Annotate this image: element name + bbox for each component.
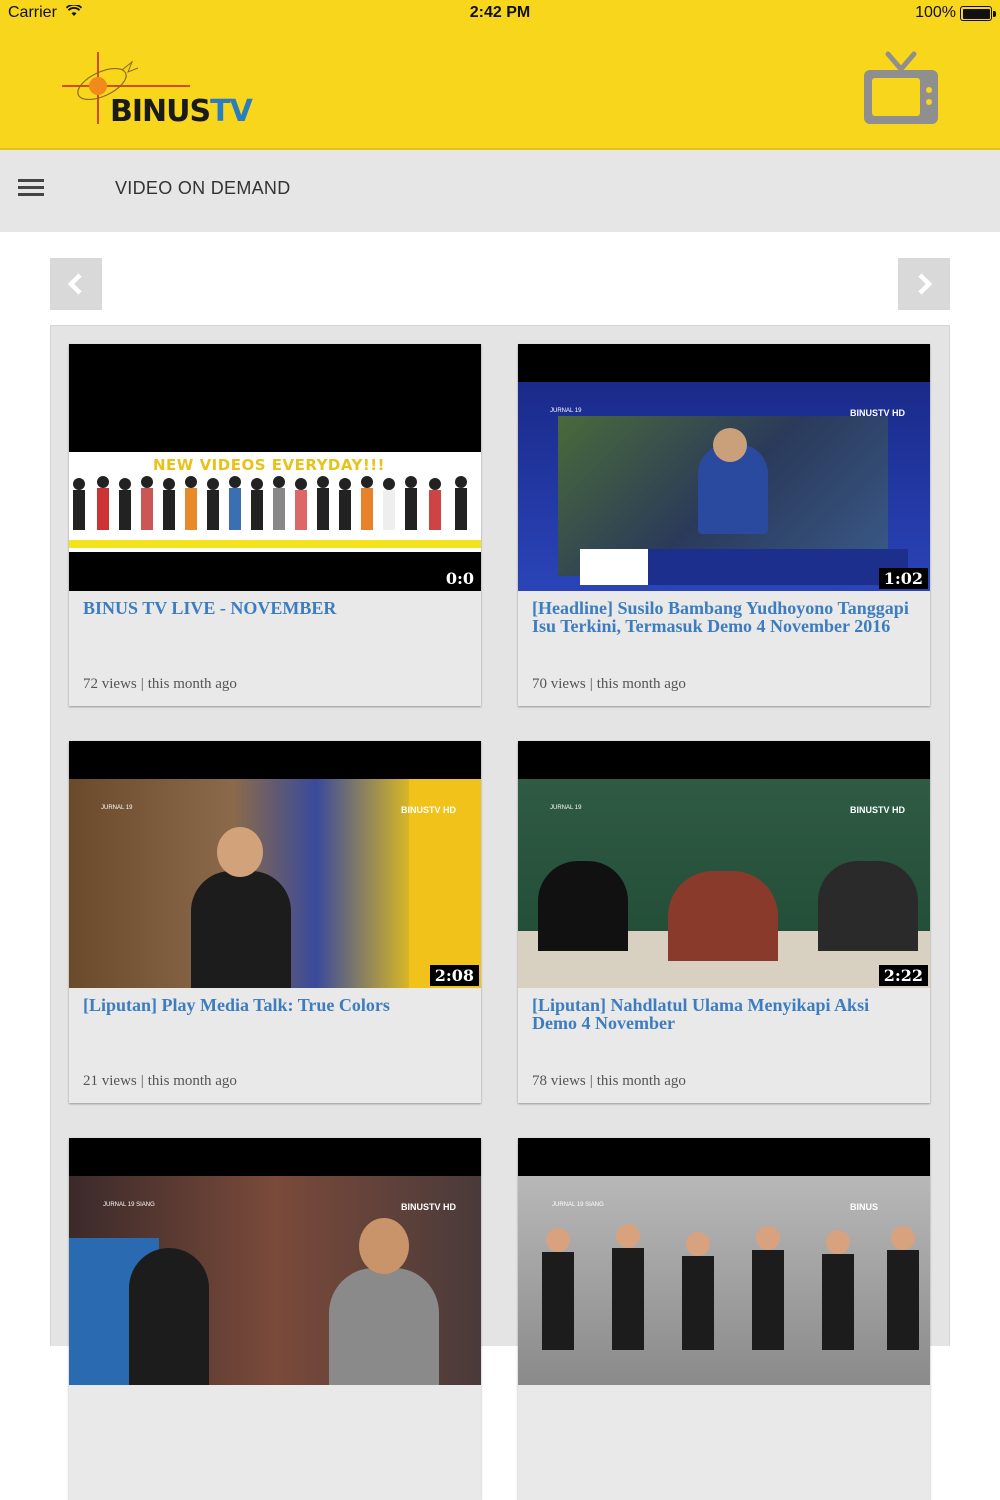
video-title[interactable]: [Liputan] Nahdlatul Ulama Menyikapi Aksi…	[532, 996, 912, 1032]
overlay-show-label: JURNAL 19	[101, 805, 133, 811]
overlay-brand-label: BINUSTV HD	[850, 408, 906, 418]
previous-page-button[interactable]	[50, 258, 102, 310]
video-duration: 2:22	[878, 965, 928, 986]
view-count: 78 views	[532, 1073, 586, 1089]
video-thumbnail[interactable]: JURNAL 19 SIANG BINUS	[518, 1138, 930, 1385]
video-card[interactable]: NEW VIDEOS EVERYDAY!!! 0:0 BINUS TV LIVE…	[69, 344, 481, 706]
overlay-brand-label: BINUS	[850, 1202, 879, 1212]
overlay-show-label: JURNAL 19	[550, 805, 582, 811]
video-thumbnail[interactable]: JURNAL 19 BINUSTV HD 2:08	[69, 741, 481, 988]
video-meta: 21 views | this month ago	[83, 1073, 237, 1089]
upload-age: this month ago	[596, 1073, 686, 1089]
logo-wordmark: BINUSTV	[110, 94, 253, 129]
upload-age: this month ago	[147, 676, 237, 692]
overlay-show-label: JURNAL 19 SIANG	[552, 1202, 604, 1208]
video-meta: 72 views | this month ago	[83, 676, 237, 692]
upload-age: this month ago	[596, 676, 686, 692]
app-header: Carrier 2:42 PM 100% BINUSTV	[0, 0, 1000, 150]
video-thumbnail[interactable]: JURNAL 19 BINUSTV HD 2:22	[518, 741, 930, 988]
video-duration: 2:08	[429, 965, 479, 986]
overlay-show-label: JURNAL 19	[550, 408, 582, 414]
video-duration: 0:0	[440, 568, 479, 589]
overlay-brand-label: BINUSTV HD	[850, 805, 906, 815]
video-card[interactable]: JURNAL 19 BINUSTV HD 2:08 [Liputan] Play…	[69, 741, 481, 1103]
clock: 2:42 PM	[469, 4, 531, 21]
tv-icon[interactable]	[862, 50, 940, 128]
video-thumbnail[interactable]: JURNAL 19 BINUSTV HD 1:02	[518, 344, 930, 591]
battery-percent: 100%	[915, 4, 956, 21]
video-grid: NEW VIDEOS EVERYDAY!!! 0:0 BINUS TV LIVE…	[50, 325, 950, 1500]
overlay-brand-label: BINUSTV HD	[401, 805, 457, 815]
video-title[interactable]: [Liputan] Play Media Talk: True Colors	[83, 996, 463, 1014]
video-card[interactable]: JURNAL 19 SIANG BINUS	[518, 1138, 930, 1500]
video-thumbnail[interactable]: NEW VIDEOS EVERYDAY!!! 0:0	[69, 344, 481, 591]
hamburger-menu-icon[interactable]	[18, 179, 44, 197]
view-count: 21 views	[83, 1073, 137, 1089]
video-thumbnail[interactable]: JURNAL 19 SIANG BINUSTV HD	[69, 1138, 481, 1385]
view-count: 70 views	[532, 676, 586, 692]
video-meta: 78 views | this month ago	[532, 1073, 686, 1089]
video-card[interactable]: JURNAL 19 SIANG BINUSTV HD	[69, 1138, 481, 1500]
battery-icon	[960, 6, 996, 21]
view-count: 72 views	[83, 676, 137, 692]
video-card[interactable]: JURNAL 19 BINUSTV HD 2:22 [Liputan] Nahd…	[518, 741, 930, 1103]
group-photo-image	[73, 476, 467, 530]
video-meta: 70 views | this month ago	[532, 676, 686, 692]
video-title[interactable]: BINUS TV LIVE - NOVEMBER	[83, 599, 463, 617]
video-duration: 1:02	[878, 568, 928, 589]
chevron-left-icon	[67, 273, 82, 295]
overlay-brand-label: BINUSTV HD	[401, 1202, 457, 1212]
video-title[interactable]: [Headline] Susilo Bambang Yudhoyono Tang…	[532, 599, 912, 635]
group-photo-image	[542, 1224, 919, 1350]
next-page-button[interactable]	[898, 258, 950, 310]
page-title: VIDEO ON DEMAND	[115, 178, 291, 198]
status-bar: Carrier 2:42 PM 100%	[0, 0, 1000, 28]
chevron-right-icon	[918, 273, 933, 295]
binus-tv-logo[interactable]: BINUSTV	[62, 48, 272, 129]
upload-age: this month ago	[147, 1073, 237, 1089]
video-card[interactable]: JURNAL 19 BINUSTV HD 1:02 [Headline] Sus…	[518, 344, 930, 706]
overlay-show-label: JURNAL 19 SIANG	[103, 1202, 155, 1208]
